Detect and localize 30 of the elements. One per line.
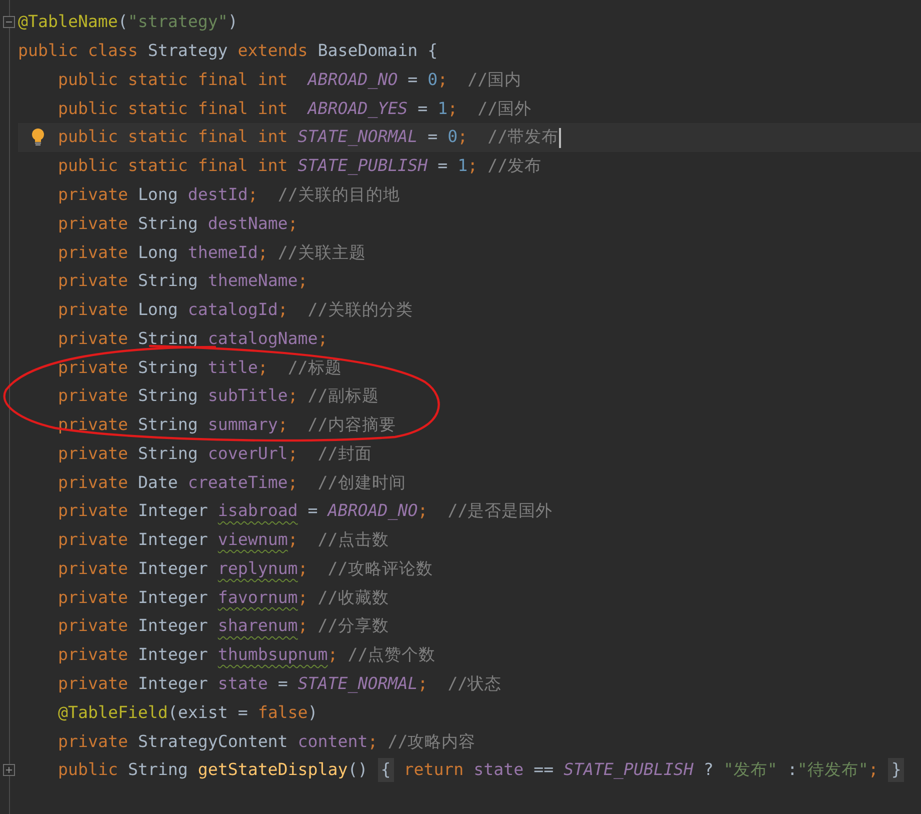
code-line: public class Strategy extends BaseDomain { bbox=[18, 40, 438, 62]
code-line: private String themeName; bbox=[58, 270, 308, 292]
fold-plus-icon[interactable] bbox=[3, 764, 15, 776]
code-line: private Integer viewnum; //点击数 bbox=[58, 529, 389, 552]
code-line: private Integer state = STATE_NORMAL; //状态 bbox=[58, 672, 502, 695]
code-line: private Integer replynum; //攻略评论数 bbox=[58, 558, 433, 580]
code-line: private Integer isabroad = ABROAD_NO; //是否是国外 bbox=[58, 500, 553, 522]
fold-minus-icon[interactable] bbox=[3, 16, 15, 28]
code-line: public static final int STATE_PUBLISH = 1; //发布 bbox=[58, 155, 542, 178]
code-line: private String coverUrl; //封面 bbox=[58, 442, 372, 465]
code-line: private Integer sharenum; //分享数 bbox=[58, 615, 389, 638]
code-line: public static final int ABROAD_YES = 1; //国外 bbox=[58, 98, 532, 120]
code-line: private String catalogName; bbox=[58, 328, 328, 350]
code-line: private Date createTime; //创建时间 bbox=[58, 472, 406, 494]
code-line: private StrategyContent content; //攻略内容 bbox=[58, 730, 476, 753]
code-line: public static final int ABROAD_NO = 0; //国内 bbox=[58, 68, 522, 91]
code-line: public static final int STATE_NORMAL = 0; //带发布 bbox=[58, 126, 561, 150]
code-line: public String getStateDisplay() { return state == STATE_PUBLISH ? "发布" :"待发布"; } bbox=[58, 757, 914, 784]
code-line: private String subTitle; //副标题 bbox=[58, 385, 379, 408]
lightbulb-icon[interactable] bbox=[31, 128, 45, 146]
code-line: private Long themeId; //关联主题 bbox=[58, 242, 366, 264]
code-line: private Long catalogId; //关联的分类 bbox=[58, 299, 413, 322]
code-line: private Integer thumbsupnum; //点赞个数 bbox=[58, 644, 436, 666]
code-line: private String summary; //内容摘要 bbox=[58, 414, 396, 436]
code-line: private Long destId; //关联的目的地 bbox=[58, 184, 400, 206]
code-line: private String destName; bbox=[58, 212, 298, 235]
code-line: private Integer favornum; //收藏数 bbox=[58, 586, 389, 609]
code-line: private String title; //标题 bbox=[58, 356, 342, 379]
code-line: @TableField(exist = false) bbox=[58, 702, 318, 724]
code-line: @TableName("strategy") bbox=[18, 11, 238, 34]
